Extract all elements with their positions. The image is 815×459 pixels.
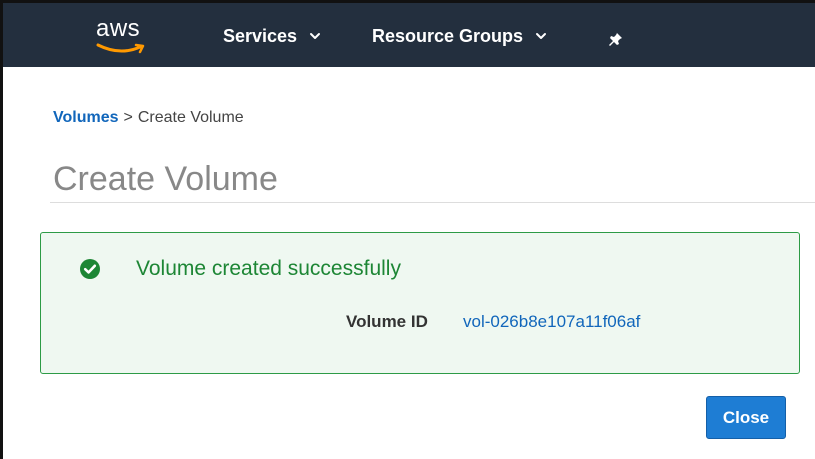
close-button[interactable]: Close: [706, 396, 786, 439]
check-circle-icon: [80, 259, 100, 279]
console-window: aws Services Resource Groups Volumes > Cre…: [0, 0, 815, 459]
page-title: Create Volume: [53, 160, 278, 198]
resource-groups-menu-label: Resource Groups: [372, 26, 524, 46]
success-panel: Volume created successfully Volume ID vo…: [40, 232, 800, 374]
breadcrumb-separator: >: [123, 109, 133, 126]
services-menu-label: Services: [223, 26, 298, 46]
chevron-down-icon: [310, 33, 321, 39]
success-message: Volume created successfully: [136, 257, 401, 280]
title-divider: [50, 202, 815, 203]
pin-icon[interactable]: [608, 30, 626, 48]
breadcrumb-volumes-link[interactable]: Volumes: [53, 109, 119, 126]
aws-logo[interactable]: aws: [96, 16, 152, 60]
volume-id-link[interactable]: vol-026b8e107a11f06af: [463, 312, 640, 332]
resource-groups-menu[interactable]: Resource Groups: [372, 25, 547, 47]
aws-logo-text: aws: [96, 15, 141, 42]
chevron-down-icon: [536, 33, 547, 39]
breadcrumb-current: Create Volume: [137, 109, 244, 126]
aws-smile-icon: [96, 43, 145, 54]
breadcrumb: Volumes > Create Volume: [53, 108, 244, 128]
volume-id-label: Volume ID: [346, 312, 428, 331]
top-navigation-bar: aws Services Resource Groups: [3, 3, 815, 67]
services-menu[interactable]: Services: [223, 25, 321, 47]
